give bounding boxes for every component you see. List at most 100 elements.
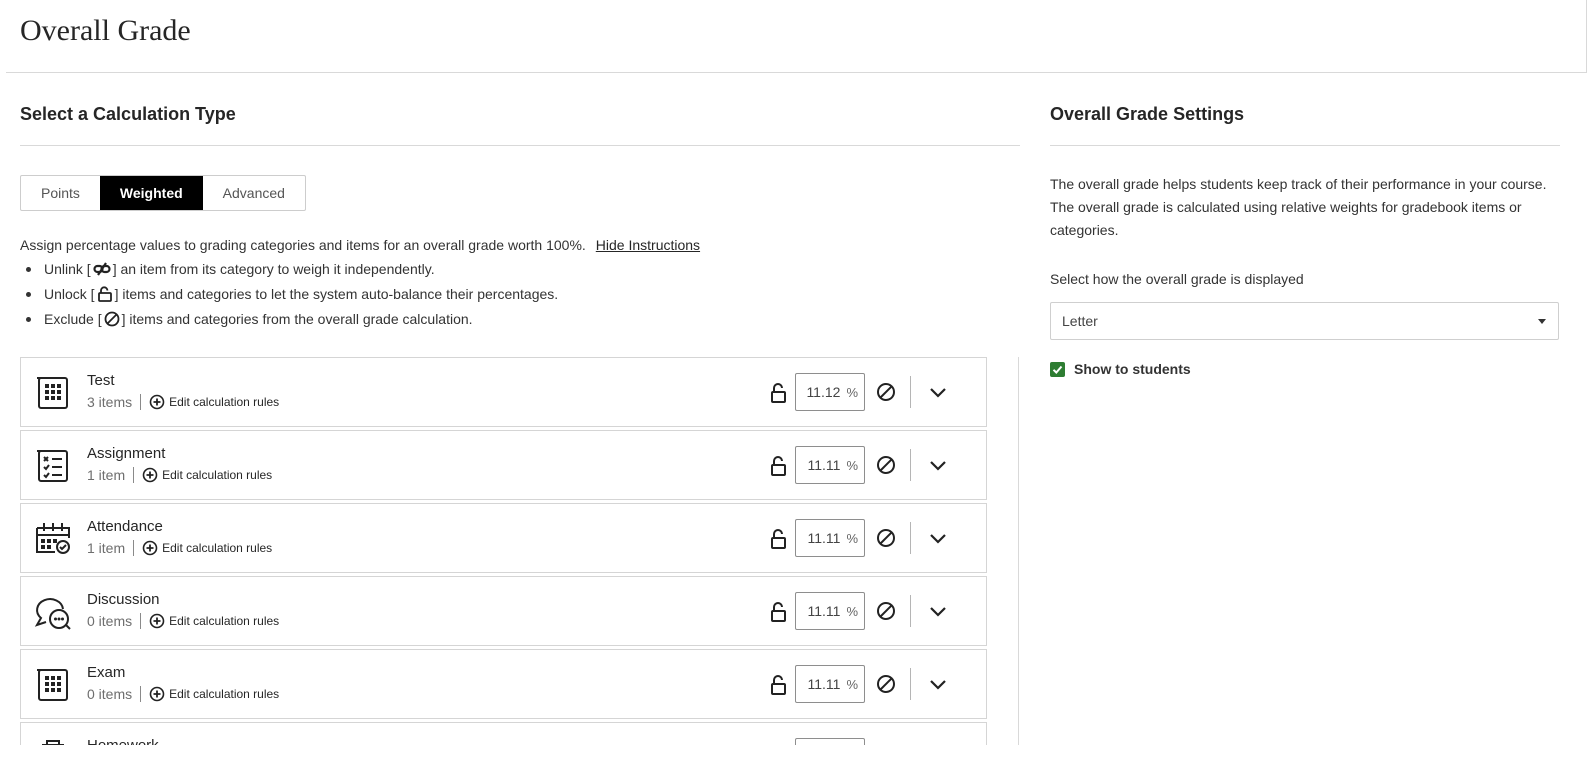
edit-calculation-rules-label: Edit calculation rules: [162, 468, 273, 482]
category-list: Test 3 items Edit calculation rules 11.1…: [20, 357, 987, 745]
edit-calculation-rules-button[interactable]: Edit calculation rules: [142, 467, 272, 483]
display-select-label: Select how the overall grade is displaye…: [1050, 271, 1304, 287]
settings-heading-divider: [1050, 145, 1560, 146]
check-icon: [1052, 365, 1063, 374]
instruction-exclude: Exclude [] items and categories from the…: [20, 308, 700, 333]
meta-separator: [140, 613, 142, 629]
chevron-down-icon[interactable]: [926, 672, 950, 696]
exclude-icon[interactable]: [875, 454, 897, 476]
discussion-icon: [33, 591, 73, 631]
show-to-students-checkbox[interactable]: [1050, 361, 1065, 377]
test-icon: [33, 372, 73, 412]
meta-separator: [140, 686, 142, 702]
settings-description: The overall grade helps students keep tr…: [1050, 176, 1547, 238]
weight-percent-input[interactable]: [795, 738, 865, 745]
instruction-unlink: Unlink [] an item from its category to w…: [20, 258, 700, 283]
weight-value: 11.11: [807, 603, 841, 619]
hide-instructions-link[interactable]: Hide Instructions: [596, 237, 700, 253]
instruction-unlock-before: Unlock [: [44, 286, 95, 302]
weight-percent-input[interactable]: 11.11%: [795, 665, 865, 703]
show-to-students-toggle[interactable]: Show to students: [1050, 361, 1191, 377]
edit-calculation-rules-label: Edit calculation rules: [162, 541, 273, 555]
unlock-icon[interactable]: [769, 528, 789, 550]
weight-percent-input[interactable]: 11.11%: [795, 592, 865, 630]
category-row-attendance: Attendance 1 item Edit calculation rules…: [20, 503, 987, 573]
category-row-homework: Homework: [20, 722, 987, 745]
edit-calculation-rules-button[interactable]: Edit calculation rules: [149, 613, 279, 629]
chevron-down-icon[interactable]: [926, 526, 950, 550]
row-divider: [910, 668, 911, 700]
category-row-exam: Exam 0 items Edit calculation rules 11.1…: [20, 649, 987, 719]
display-select[interactable]: Letter: [1050, 302, 1559, 340]
tab-points[interactable]: Points: [21, 176, 100, 210]
category-name: Attendance: [87, 518, 163, 535]
category-name: Homework: [87, 737, 159, 745]
exclude-icon[interactable]: [875, 381, 897, 403]
category-item-count: 0 items: [87, 613, 133, 629]
row-divider: [910, 595, 911, 627]
category-row-discussion: Discussion 0 items Edit calculation rule…: [20, 576, 987, 646]
category-meta: 3 items Edit calculation rules: [87, 394, 279, 410]
calculation-type-heading: Select a Calculation Type: [20, 104, 236, 124]
exclude-icon[interactable]: [875, 600, 897, 622]
percent-unit: %: [846, 530, 858, 546]
row-divider: [910, 522, 911, 554]
chevron-down-icon[interactable]: [926, 380, 950, 404]
category-name: Test: [87, 372, 115, 389]
chevron-down-icon[interactable]: [926, 599, 950, 623]
meta-separator: [133, 540, 135, 556]
plus-circle-icon: [149, 613, 165, 629]
show-to-students-label: Show to students: [1074, 361, 1191, 377]
unlock-icon[interactable]: [769, 674, 789, 696]
category-name: Discussion: [87, 591, 160, 608]
percent-unit: %: [846, 603, 858, 619]
category-meta: 0 items Edit calculation rules: [87, 613, 279, 629]
category-meta: 1 item Edit calculation rules: [87, 467, 272, 483]
weight-percent-input[interactable]: 11.11%: [795, 446, 865, 484]
instructions-lead: Assign percentage values to grading cate…: [20, 237, 586, 253]
meta-separator: [140, 394, 142, 410]
category-row-test: Test 3 items Edit calculation rules 11.1…: [20, 357, 987, 427]
weight-value: 11.11: [807, 676, 841, 692]
homework-icon: [33, 737, 73, 745]
exclude-icon[interactable]: [875, 673, 897, 695]
plus-circle-icon: [142, 540, 158, 556]
meta-separator: [133, 467, 135, 483]
edit-calculation-rules-label: Edit calculation rules: [169, 614, 280, 628]
unlock-icon[interactable]: [769, 455, 789, 477]
title-divider: [6, 72, 1586, 73]
category-name: Exam: [87, 664, 126, 681]
edit-calculation-rules-label: Edit calculation rules: [169, 687, 280, 701]
instructions: Assign percentage values to grading cate…: [20, 237, 700, 333]
unlock-icon[interactable]: [769, 382, 789, 404]
display-select-value: Letter: [1062, 313, 1098, 329]
tab-weighted[interactable]: Weighted: [99, 176, 203, 210]
plus-circle-icon: [149, 394, 165, 410]
edit-calculation-rules-button[interactable]: Edit calculation rules: [142, 540, 272, 556]
weight-percent-input[interactable]: 11.12%: [795, 373, 865, 411]
plus-circle-icon: [149, 686, 165, 702]
calculation-type-switch: Points Weighted Advanced: [20, 175, 306, 211]
attendance-icon: [33, 518, 73, 558]
instruction-unlock-after: ] items and categories to let the system…: [114, 286, 559, 302]
instruction-exclude-after: ] items and categories from the overall …: [121, 311, 473, 327]
edit-calculation-rules-label: Edit calculation rules: [169, 395, 280, 409]
instruction-unlink-before: Unlink [: [44, 261, 91, 277]
tab-advanced[interactable]: Advanced: [203, 176, 305, 210]
unlock-icon: [97, 286, 113, 308]
column-divider: [1018, 357, 1019, 745]
row-divider: [910, 376, 911, 408]
instruction-unlock: Unlock [ ] items and categories to let th…: [20, 283, 700, 308]
exclude-icon[interactable]: [875, 527, 897, 549]
weight-percent-input[interactable]: 11.11%: [795, 519, 865, 557]
edit-calculation-rules-button[interactable]: Edit calculation rules: [149, 394, 279, 410]
edit-calculation-rules-button[interactable]: Edit calculation rules: [149, 686, 279, 702]
plus-circle-icon: [142, 467, 158, 483]
percent-unit: %: [846, 676, 858, 692]
panel-edge: [1586, 0, 1587, 73]
chevron-down-icon[interactable]: [926, 453, 950, 477]
category-item-count: 1 item: [87, 467, 126, 483]
percent-unit: %: [846, 457, 858, 473]
unlock-icon[interactable]: [769, 601, 789, 623]
calculation-heading-divider: [20, 145, 1020, 146]
